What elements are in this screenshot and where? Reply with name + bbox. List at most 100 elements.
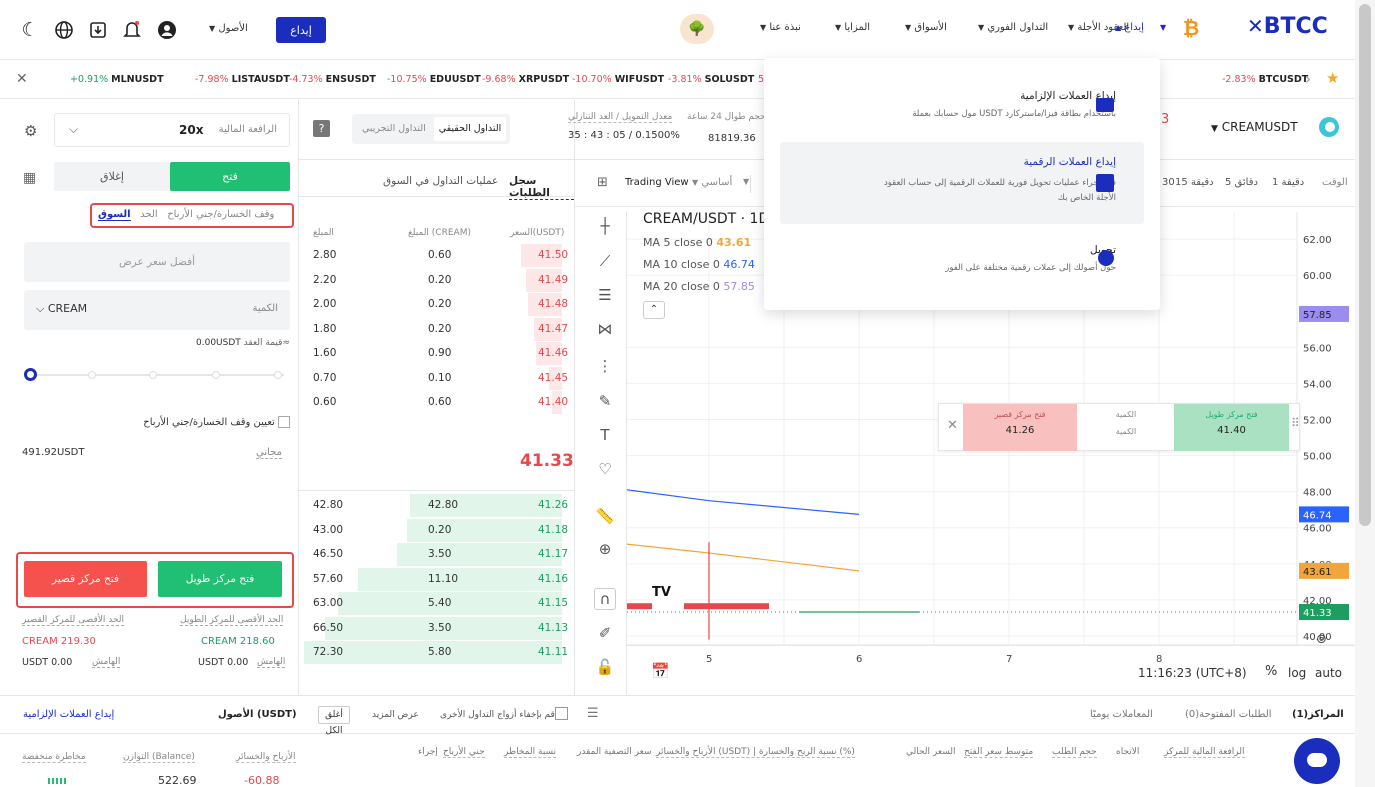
moon-icon[interactable]: ☾: [18, 18, 42, 42]
auto-scale-toggle[interactable]: auto: [1315, 666, 1342, 680]
scrollbar-thumb[interactable]: [1359, 4, 1371, 526]
dropdown-item-crypto[interactable]: إيداع العملات الرقمية قم بإجراء عمليات ت…: [780, 142, 1144, 224]
calculator-icon[interactable]: ▦: [23, 170, 36, 186]
nav-spot[interactable]: ▼ التداول الفوري: [978, 22, 1048, 33]
orderbook-row[interactable]: 57.60 11.10 41.16: [300, 567, 568, 591]
best-price-field[interactable]: أفضل سعر عرض: [24, 242, 290, 282]
projection-icon[interactable]: ⋮: [594, 355, 616, 377]
quantity-field[interactable]: ⌵ CREAM الكمية: [24, 290, 290, 330]
open-short-button[interactable]: فتح مركز قصير: [24, 561, 147, 597]
ticker-item[interactable]: -10.70% WIFUSDT: [572, 74, 664, 85]
unlock-icon[interactable]: 🔓: [594, 656, 616, 678]
ticker-item[interactable]: -10.75% EDUUSDT: [387, 74, 481, 85]
tab-positions[interactable]: المراكز(1): [1292, 709, 1344, 720]
promo-badge[interactable]: 🌳: [680, 14, 714, 44]
close-all-button[interactable]: أغلق الكل: [318, 706, 350, 736]
ticker-item[interactable]: -4.73% ENSUSDT: [289, 74, 376, 85]
orderbook-row[interactable]: 42.80 42.80 41.26: [300, 494, 568, 517]
pattern-icon[interactable]: ⋈: [594, 318, 616, 340]
drag-handle-icon[interactable]: ⠿: [1291, 416, 1300, 430]
collapse-legend-icon[interactable]: ⌃: [643, 301, 665, 319]
brush-icon[interactable]: ✎: [594, 390, 616, 412]
percent-scale-toggle[interactable]: %: [1265, 664, 1277, 679]
orderbook-row[interactable]: 1.80 0.20 41.47: [300, 317, 568, 341]
order-type-tpsl[interactable]: وقف الخسارة/جني الأرباح: [167, 209, 274, 220]
lock-drawing-icon[interactable]: ✐: [594, 622, 616, 644]
heart-icon[interactable]: ♡: [594, 458, 616, 480]
deposit-fiat-link[interactable]: إيداع العملات الإلزامية: [23, 709, 114, 720]
orderbook-row[interactable]: 2.20 0.20 41.49: [300, 268, 568, 292]
deposit-button[interactable]: إيداع: [276, 17, 326, 43]
nav-markets[interactable]: ▼ الأسواق: [905, 22, 947, 33]
btcc-logo[interactable]: ✕BTCC: [1247, 14, 1328, 39]
symbol-selector[interactable]: ▼ CREAMUSDT: [1211, 120, 1298, 134]
dropdown-item-fiat[interactable]: إيداع العملات الإلزامية مول حسابك بعملة …: [764, 76, 1160, 136]
slider-step[interactable]: [274, 371, 282, 379]
bitcoin-icon[interactable]: ₿: [1183, 16, 1199, 41]
dropdown-item-convert[interactable]: تحويل حول أصولك إلى عملات رقمية مختلفة ع…: [764, 230, 1160, 290]
tab-open-orders[interactable]: الطلبات المفتوحة(0): [1185, 709, 1272, 720]
ticker-item[interactable]: -9.68% XRPUSDT: [482, 74, 569, 85]
ticker-item[interactable]: +0.91% MLNUSDT: [70, 74, 164, 85]
tab-market-trades[interactable]: عمليات التداول في السوق: [383, 175, 498, 187]
orderbook-row[interactable]: 0.60 0.60 41.40: [300, 391, 568, 414]
text-tool-icon[interactable]: T: [594, 424, 616, 446]
show-more-link[interactable]: عرض المزيد: [372, 710, 419, 720]
filter-icon[interactable]: ☰: [587, 706, 599, 721]
close-icon[interactable]: ✕: [16, 71, 28, 87]
order-type-market[interactable]: السوق: [98, 209, 131, 221]
nav-deposit[interactable]: ▲ إيداع: [1115, 22, 1144, 33]
order-type-limit[interactable]: الحد: [140, 209, 158, 220]
download-icon[interactable]: [86, 18, 110, 42]
page-scrollbar[interactable]: [1355, 0, 1375, 787]
orderbook-row[interactable]: 46.50 3.50 41.17: [300, 543, 568, 566]
assets-menu[interactable]: ▼ الأصول: [209, 23, 248, 34]
slider-step[interactable]: [88, 371, 96, 379]
orderbook-row[interactable]: 72.30 5.80 41.11: [300, 641, 568, 664]
tab-real-trading[interactable]: التداول الحقيقي: [434, 117, 506, 141]
ticker-next-arrow-icon[interactable]: ›: [1305, 70, 1311, 88]
fib-lines-icon[interactable]: ☰: [594, 284, 616, 306]
nav-crypto-menu[interactable]: ▼: [1160, 22, 1166, 33]
quantity-slider-handle[interactable]: [24, 368, 37, 381]
nav-features[interactable]: ▼ المزايا: [835, 22, 870, 33]
bell-icon[interactable]: [120, 18, 144, 42]
tpsl-checkbox[interactable]: [278, 416, 290, 428]
open-long-button[interactable]: فتح مركز طويل: [158, 561, 282, 597]
orderbook-row[interactable]: 2.00 0.20 41.48: [300, 293, 568, 316]
help-icon[interactable]: ?: [313, 120, 330, 137]
timeframe-1m[interactable]: 1 دقيقة: [1272, 177, 1304, 188]
quick-qty[interactable]: الكمية الكمية: [1079, 404, 1173, 451]
timeframe-30[interactable]: 30: [1162, 177, 1175, 188]
magnet-icon[interactable]: ∩: [594, 588, 616, 610]
orderbook-row[interactable]: 1.60 0.90 41.46: [300, 342, 568, 365]
tab-close[interactable]: إغلاق: [54, 162, 170, 191]
tab-order-book[interactable]: سجل الطلبات: [509, 175, 574, 200]
date-range-icon[interactable]: 📅: [651, 662, 670, 680]
favorite-star-icon[interactable]: ★: [1326, 69, 1339, 87]
timeframe-5m[interactable]: 5 دقائق: [1225, 177, 1258, 188]
trendline-icon[interactable]: ⟋: [594, 250, 616, 272]
ticker-item[interactable]: -2.83% BTCUSDT: [1222, 74, 1308, 85]
chart-type-dropdown[interactable]: ▼: [743, 177, 749, 186]
tab-basic[interactable]: ▼ أساسي: [692, 177, 732, 188]
quantity-unit-selector[interactable]: ⌵ CREAM: [36, 302, 87, 316]
orderbook-row[interactable]: 66.50 3.50 41.13: [300, 616, 568, 640]
orderbook-row[interactable]: 43.00 0.20 41.18: [300, 518, 568, 542]
crosshair-icon[interactable]: ┼: [594, 215, 616, 237]
user-avatar-icon[interactable]: [155, 18, 179, 42]
tab-trading-view[interactable]: Trading View: [625, 177, 689, 188]
ticker-item[interactable]: -7.98% LISTAUSDT: [195, 74, 290, 85]
zoom-in-icon[interactable]: ⊕: [594, 538, 616, 560]
ticker-item[interactable]: -3.81% SOLUSDT: [668, 74, 754, 85]
tpsl-checkbox-row[interactable]: تعيين وقف الخسارة/جني الأرباح: [143, 416, 290, 428]
settings-gear-icon[interactable]: ⚙: [24, 122, 37, 140]
chat-support-button[interactable]: [1294, 738, 1340, 784]
slider-step[interactable]: [149, 371, 157, 379]
timeframe-15m[interactable]: 15 دقيقة: [1175, 177, 1214, 188]
globe-icon[interactable]: [52, 18, 76, 42]
nav-about[interactable]: ▼ نبذة عنا: [760, 22, 801, 33]
log-scale-toggle[interactable]: log: [1288, 666, 1306, 680]
quick-short-button[interactable]: فتح مركز قصير 41.26: [963, 404, 1077, 451]
tab-demo-trading[interactable]: التداول التجريبي: [362, 123, 426, 134]
